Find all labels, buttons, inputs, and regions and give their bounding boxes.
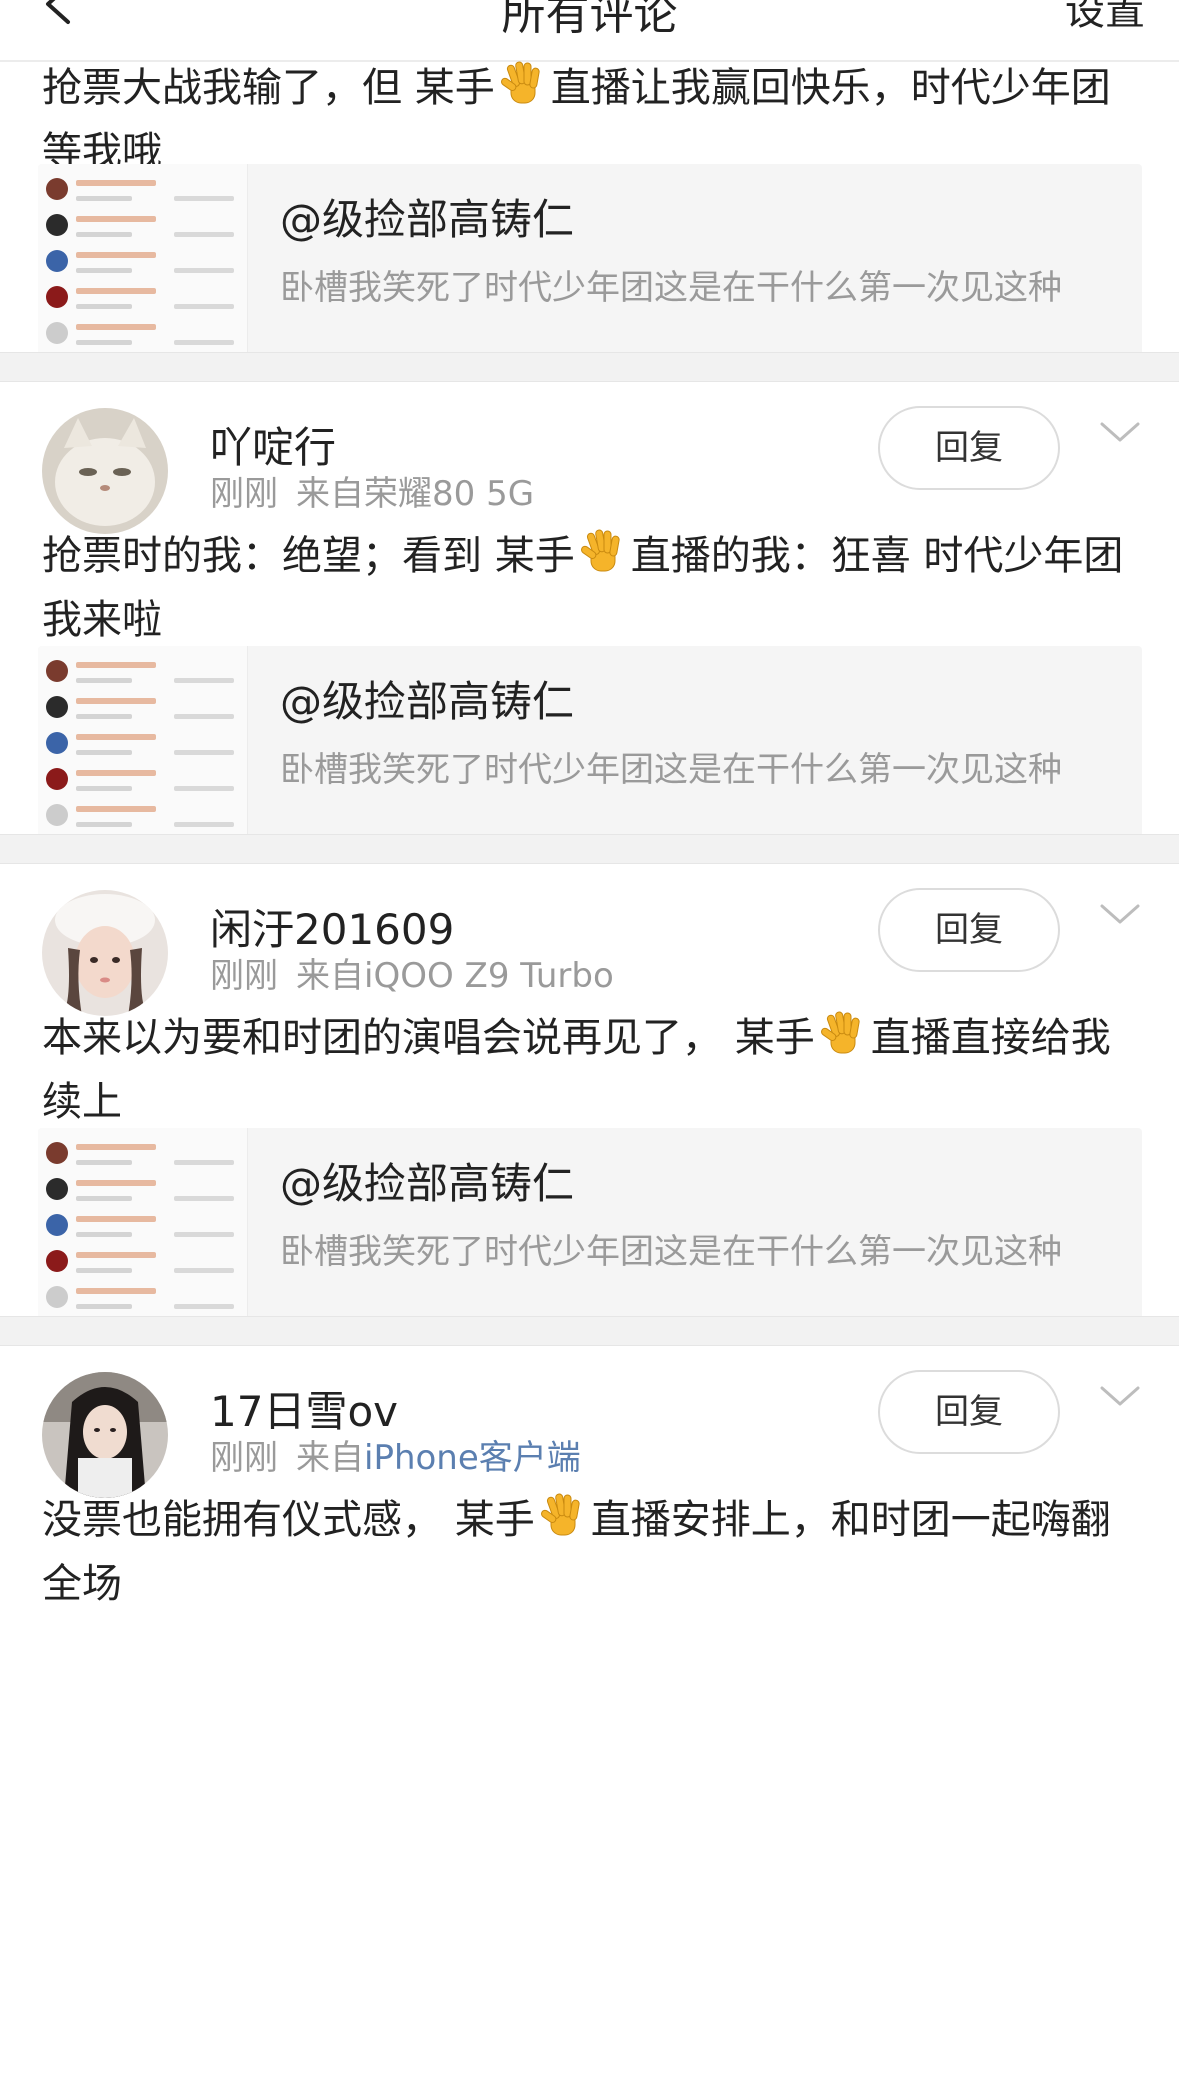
reply-button[interactable]: 回复 xyxy=(878,888,1060,972)
quoted-post-user: @级捡部高铸仁 xyxy=(280,1159,575,1208)
quoted-post-text: 卧槽我笑死了时代少年团这是在干什么第一次见这种 xyxy=(280,750,1062,790)
waving-hand-emoji-icon xyxy=(820,1011,860,1054)
comment-text-before: 本来以为要和时团的演唱会说再见了， 某手 xyxy=(42,1015,815,1061)
quoted-post-user: @级捡部高铸仁 xyxy=(280,195,575,244)
comment-source: 来自iQOO Z9 Turbo xyxy=(296,956,614,996)
comment-meta: 刚刚 来自iPhone客户端 xyxy=(210,1430,581,1479)
quoted-post-card[interactable]: @级捡部高铸仁 卧槽我笑死了时代少年团这是在干什么第一次见这种 xyxy=(38,164,1142,378)
reply-button[interactable]: 回复 xyxy=(878,406,1060,490)
comment-meta: 刚刚 来自荣耀80 5G xyxy=(210,466,534,515)
comment-source-link[interactable]: iPhone客户端 xyxy=(364,1438,581,1478)
waving-hand-emoji-icon xyxy=(580,529,620,572)
chevron-down-icon[interactable] xyxy=(1098,418,1142,446)
waving-hand-emoji-icon xyxy=(540,1493,580,1536)
comment-separator xyxy=(0,834,1179,864)
top-bar: 所有评论 设置 xyxy=(0,0,1179,62)
chevron-down-icon[interactable] xyxy=(1098,900,1142,928)
comment-source: 来自荣耀80 5G xyxy=(296,474,535,514)
quoted-post-thumbnail xyxy=(38,1128,248,1342)
comment-text: 没票也能拥有仪式感， 某手 直播安排上，和时团一起嗨翻全场 xyxy=(42,1488,1142,1616)
comment-separator xyxy=(0,352,1179,382)
comment-time: 刚刚 xyxy=(210,956,278,996)
comment-meta: 刚刚 来自iQOO Z9 Turbo xyxy=(210,948,614,997)
avatar[interactable] xyxy=(42,1372,168,1498)
quoted-post-thumbnail xyxy=(38,646,248,860)
page-title: 所有评论 xyxy=(501,0,678,40)
comment-text: 抢票时的我：绝望；看到 某手 直播的我：狂喜 时代少年团我来啦 xyxy=(42,524,1142,652)
comment-text-before: 抢票大战我输了，但 某手 xyxy=(42,65,495,111)
comment-text-before: 没票也能拥有仪式感， 某手 xyxy=(42,1497,535,1543)
reply-button[interactable]: 回复 xyxy=(878,1370,1060,1454)
settings-button[interactable]: 设置 xyxy=(1065,0,1145,36)
avatar[interactable] xyxy=(42,408,168,534)
quoted-post-text: 卧槽我笑死了时代少年团这是在干什么第一次见这种 xyxy=(280,1232,1062,1272)
quoted-post-card[interactable]: @级捡部高铸仁 卧槽我笑死了时代少年团这是在干什么第一次见这种 xyxy=(38,646,1142,860)
quoted-post-user: @级捡部高铸仁 xyxy=(280,677,575,726)
waving-hand-emoji-icon xyxy=(500,61,540,104)
comment-time: 刚刚 xyxy=(210,474,278,514)
avatar[interactable] xyxy=(42,890,168,1016)
comment-separator xyxy=(0,1316,1179,1346)
quoted-post-text: 卧槽我笑死了时代少年团这是在干什么第一次见这种 xyxy=(280,268,1062,308)
comment-source-prefix: 来自 xyxy=(296,1438,364,1478)
quoted-post-card[interactable]: @级捡部高铸仁 卧槽我笑死了时代少年团这是在干什么第一次见这种 xyxy=(38,1128,1142,1342)
comment-time: 刚刚 xyxy=(210,1438,278,1478)
chevron-down-icon[interactable] xyxy=(1098,1382,1142,1410)
comment-text: 本来以为要和时团的演唱会说再见了， 某手 直播直接给我续上 xyxy=(42,1006,1142,1134)
comment-text-before: 抢票时的我：绝望；看到 某手 xyxy=(42,533,575,579)
quoted-post-thumbnail xyxy=(38,164,248,378)
